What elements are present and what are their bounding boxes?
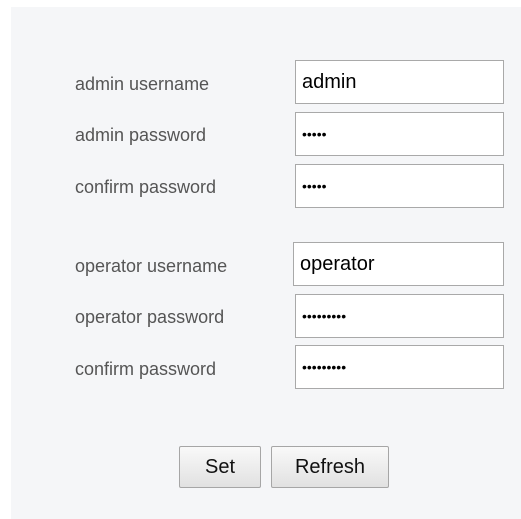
admin-confirm-password-input[interactable] — [295, 164, 504, 208]
admin-password-label: admin password — [75, 125, 207, 145]
operator-password-label: operator password — [75, 307, 225, 327]
operator-confirm-password-label: confirm password — [75, 359, 217, 379]
admin-username-input[interactable] — [295, 60, 504, 104]
refresh-button[interactable]: Refresh — [271, 446, 389, 488]
set-button[interactable]: Set — [179, 446, 261, 488]
operator-username-label: operator username — [75, 256, 228, 276]
account-settings-panel: admin username admin password confirm pa… — [11, 7, 521, 519]
operator-confirm-password-input[interactable] — [295, 345, 504, 389]
operator-password-input[interactable] — [295, 294, 504, 338]
admin-password-input[interactable] — [295, 112, 504, 156]
admin-confirm-password-label: confirm password — [75, 177, 217, 197]
operator-username-input[interactable] — [293, 242, 504, 286]
admin-username-label: admin username — [75, 74, 210, 94]
